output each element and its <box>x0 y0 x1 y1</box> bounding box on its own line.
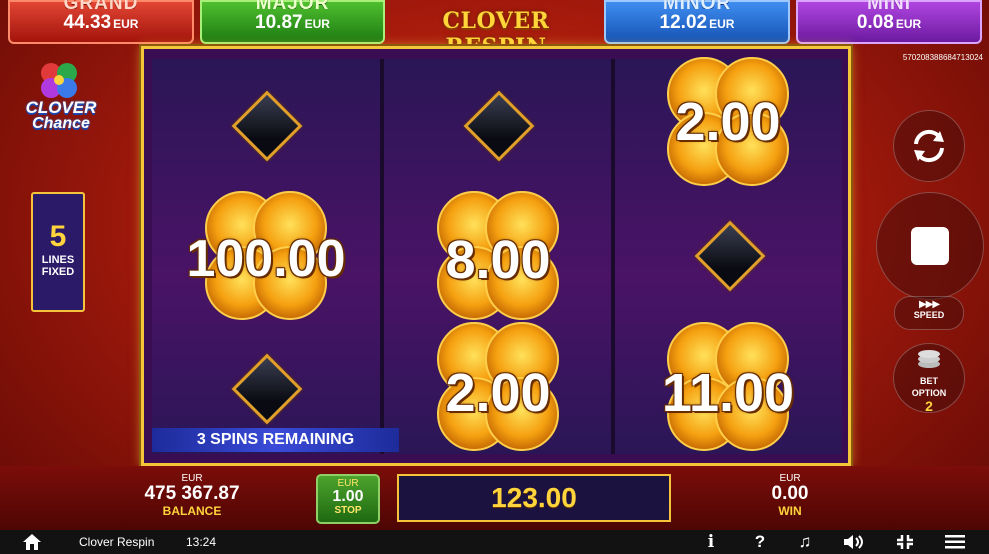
balance-label: BALANCE <box>162 504 222 518</box>
menu-icon[interactable] <box>945 535 965 549</box>
jackpot-major-name: MAJOR <box>202 0 383 9</box>
sound-icon[interactable] <box>842 534 866 550</box>
bet-option-button[interactable]: BET OPTION 2 <box>893 343 965 414</box>
clover-coin-symbol: 11.00 <box>638 314 818 464</box>
home-icon[interactable] <box>22 533 42 551</box>
coin-stack-icon <box>918 350 940 368</box>
lines-label: LINES <box>41 254 75 266</box>
jackpot-mini-amount: 0.08 <box>856 12 894 33</box>
jackpot-grand-name: GRAND <box>10 0 192 9</box>
symbol-value: 100.00 <box>186 230 346 288</box>
ticket-id: 570208388684713024 <box>902 53 983 62</box>
jackpot-major-currency: EUR <box>304 17 330 31</box>
win-label: WIN <box>778 504 802 518</box>
autoplay-button[interactable] <box>893 110 965 182</box>
jackpot-major: MAJOR 10.87EUR <box>200 0 385 44</box>
balance-amount: 475 367.87 <box>144 483 240 504</box>
bet-amount: 1.00 <box>332 488 364 505</box>
spin-stop-button[interactable] <box>876 192 984 300</box>
jackpot-minor-currency: EUR <box>709 17 735 31</box>
status-bar: Clover Respin 13:24 i ? ♫ <box>0 530 989 554</box>
jackpot-grand-currency: EUR <box>113 17 139 31</box>
spins-remaining-banner: 3 SPINS REMAINING <box>152 428 399 452</box>
win-display: EUR 0.00 WIN <box>740 473 840 518</box>
bet-option-label: BET <box>920 376 938 386</box>
win-amount: 0.00 <box>771 483 809 504</box>
jackpot-minor-amount: 12.02 <box>659 12 708 33</box>
lines-count: 5 <box>49 220 67 253</box>
jackpot-mini-name: MINI <box>798 0 980 9</box>
bet-option-value: 2 <box>925 398 933 414</box>
balance-display: EUR 475 367.87 BALANCE <box>122 473 262 518</box>
jackpot-grand: GRAND 44.33EUR <box>8 0 194 44</box>
symbol-value: 2.00 <box>675 92 781 152</box>
bet-option-label2: OPTION <box>911 388 947 398</box>
total-win-display: 123.00 <box>397 474 671 522</box>
clock-time: 13:24 <box>186 535 217 549</box>
symbol-value: 8.00 <box>445 230 551 290</box>
jackpot-mini: MINI 0.08EUR <box>796 0 982 44</box>
clover-logo-icon <box>41 63 77 98</box>
symbol-value: 2.00 <box>445 363 551 423</box>
rotate-arrows-icon <box>914 129 944 163</box>
music-icon[interactable]: ♫ <box>793 530 817 554</box>
symbol-value: 11.00 <box>661 363 795 423</box>
bet-stop-label: STOP <box>334 505 362 516</box>
speed-button[interactable]: ▶▶▶ SPEED <box>894 296 964 330</box>
clover-chance-logo: CLOVER Chance <box>18 60 104 140</box>
speed-arrows-icon: ▶▶▶ <box>918 299 940 310</box>
clover-coin-symbol: 100.00 <box>176 183 356 333</box>
clover-coin-symbol: 8.00 <box>408 183 588 333</box>
clover-coin-symbol: 2.00 <box>408 314 588 464</box>
speed-label: SPEED <box>913 310 945 320</box>
jackpot-mini-currency: EUR <box>895 17 922 31</box>
help-icon[interactable]: ? <box>748 530 772 554</box>
lines-fixed-label: FIXED <box>41 266 75 278</box>
reel-frame: 100.00 8.00 2.00 2.00 11.00 <box>141 46 851 466</box>
lines-fixed-panel: 5 LINES FIXED <box>31 192 85 312</box>
stop-square-icon <box>911 227 949 265</box>
jackpot-minor-name: MINOR <box>606 0 788 9</box>
fullscreen-icon[interactable] <box>896 534 914 550</box>
jackpot-grand-amount: 44.33 <box>63 12 112 33</box>
info-icon[interactable]: i <box>699 530 723 554</box>
jackpot-minor: MINOR 12.02EUR <box>604 0 790 44</box>
clover-coin-symbol: 2.00 <box>638 49 818 199</box>
game-name: Clover Respin <box>79 535 155 549</box>
jackpot-major-amount: 10.87 <box>255 12 303 33</box>
logo-line2: Chance <box>32 115 90 132</box>
bet-stop-button[interactable]: EUR 1.00 STOP <box>316 474 380 524</box>
